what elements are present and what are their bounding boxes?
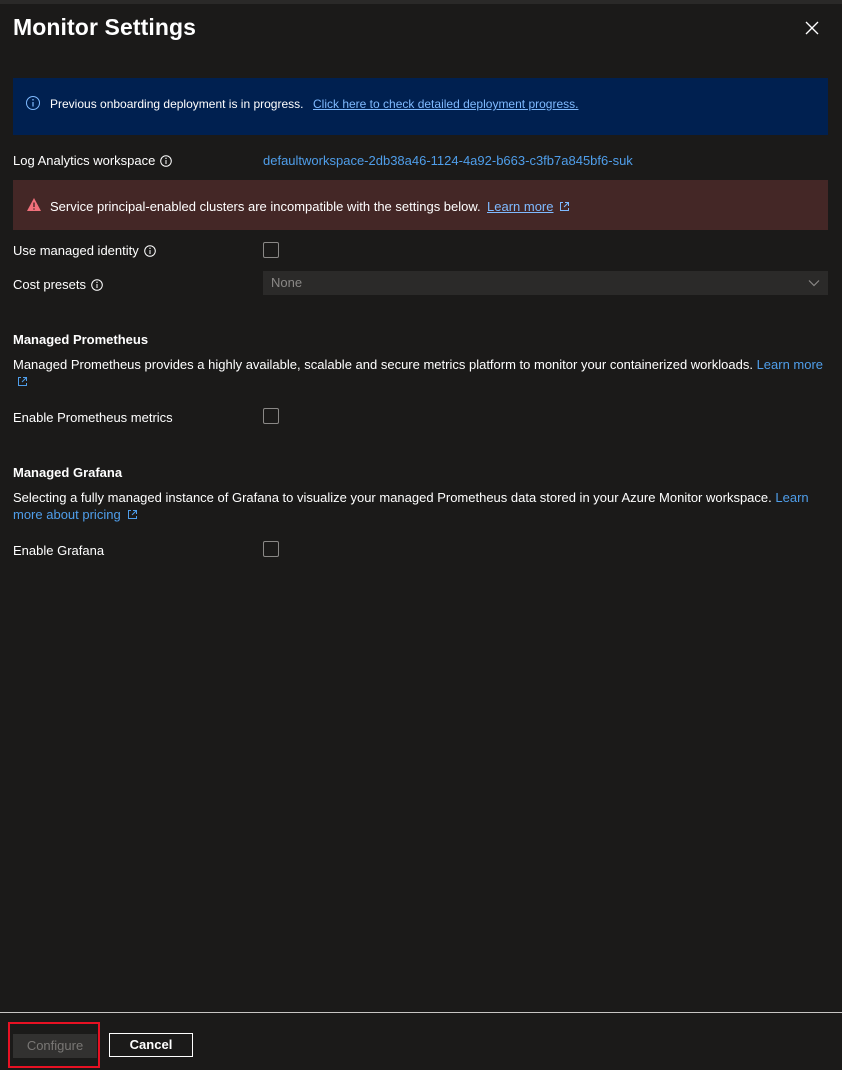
grafana-description-text: Selecting a fully managed instance of Gr… bbox=[13, 490, 772, 505]
error-banner-message: Service principal-enabled clusters are i… bbox=[50, 199, 481, 214]
grafana-description: Selecting a fully managed instance of Gr… bbox=[13, 489, 828, 523]
prometheus-heading: Managed Prometheus bbox=[13, 332, 149, 347]
error-banner: Service principal-enabled clusters are i… bbox=[13, 180, 828, 230]
enable-prometheus-label: Enable Prometheus metrics bbox=[13, 410, 173, 425]
managed-identity-label-text: Use managed identity bbox=[13, 243, 139, 258]
footer-divider bbox=[0, 1012, 842, 1013]
error-learn-more-link[interactable]: Learn more bbox=[487, 199, 570, 214]
cancel-button[interactable]: Cancel bbox=[109, 1033, 193, 1057]
info-icon bbox=[26, 96, 40, 110]
external-link-icon bbox=[560, 202, 570, 211]
info-banner-message: Previous onboarding deployment is in pro… bbox=[50, 97, 304, 111]
managed-identity-checkbox[interactable] bbox=[263, 242, 279, 258]
info-icon[interactable] bbox=[143, 245, 156, 257]
log-analytics-label-text: Log Analytics workspace bbox=[13, 153, 156, 168]
enable-grafana-checkbox[interactable] bbox=[263, 541, 279, 557]
enable-prometheus-checkbox[interactable] bbox=[263, 408, 279, 424]
prometheus-learn-more-text: Learn more bbox=[756, 357, 824, 372]
chevron-down-icon bbox=[808, 280, 820, 287]
warning-icon bbox=[27, 198, 41, 211]
prometheus-description-text: Managed Prometheus provides a highly ava… bbox=[13, 357, 753, 372]
info-banner: Previous onboarding deployment is in pro… bbox=[13, 78, 828, 135]
top-border bbox=[0, 0, 842, 4]
cost-presets-label-text: Cost presets bbox=[13, 277, 86, 292]
cost-presets-value: None bbox=[271, 275, 303, 290]
grafana-heading: Managed Grafana bbox=[13, 465, 123, 480]
external-link-icon bbox=[18, 377, 27, 386]
deployment-progress-link[interactable]: Click here to check detailed deployment … bbox=[313, 97, 578, 111]
prometheus-description: Managed Prometheus provides a highly ava… bbox=[13, 356, 828, 390]
cost-presets-label: Cost presets bbox=[13, 277, 103, 292]
external-link-icon bbox=[127, 510, 137, 519]
workspace-link[interactable]: defaultworkspace-2db38a46-1124-4a92-b663… bbox=[263, 153, 633, 168]
highlight-box bbox=[8, 1022, 100, 1068]
managed-identity-label: Use managed identity bbox=[13, 243, 156, 258]
info-icon[interactable] bbox=[91, 279, 103, 291]
error-learn-more-text: Learn more bbox=[487, 199, 554, 214]
info-icon[interactable] bbox=[160, 155, 173, 167]
close-icon[interactable] bbox=[802, 18, 822, 38]
cost-presets-dropdown[interactable]: None bbox=[263, 271, 828, 295]
dialog-title: Monitor Settings bbox=[13, 14, 197, 40]
enable-grafana-label: Enable Grafana bbox=[13, 543, 105, 558]
log-analytics-label: Log Analytics workspace bbox=[13, 153, 173, 168]
